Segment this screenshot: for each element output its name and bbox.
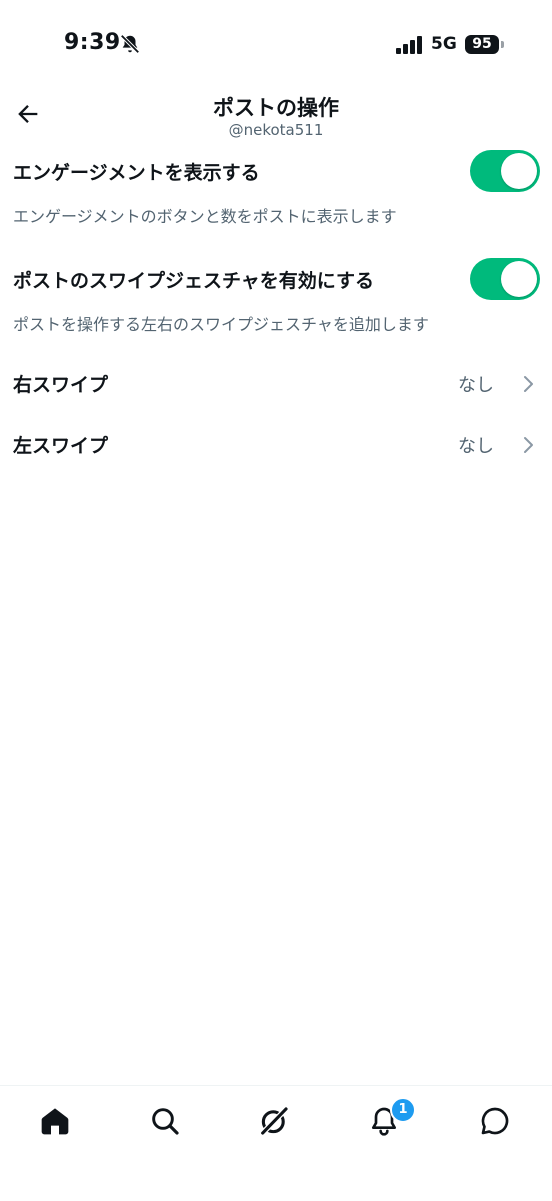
battery-icon: 95	[465, 35, 499, 54]
setting-description: ポストを操作する左右のスワイプジェスチャを追加します	[13, 315, 429, 334]
left-swipe-row[interactable]: 左スワイプ なし	[0, 417, 552, 473]
chevron-right-icon	[524, 437, 533, 453]
status-time: 9:39	[64, 30, 121, 55]
setting-title: ポストのスワイプジェスチャを有効にする	[13, 270, 375, 292]
search-icon	[152, 1108, 179, 1135]
row-label: 左スワイプ	[13, 435, 109, 457]
notification-badge: 1	[390, 1097, 416, 1123]
setting-show-engagement: エンゲージメントを表示する エンゲージメントのボタンと数をポストに表示します	[0, 146, 552, 236]
tab-messages[interactable]	[475, 1101, 515, 1141]
battery-tip	[501, 41, 504, 48]
toggle-knob	[501, 261, 537, 297]
row-value: なし	[458, 436, 494, 457]
status-bar: 9:39 5G 95	[0, 0, 552, 92]
bottom-tab-bar: 1	[0, 1085, 552, 1201]
swipe-gestures-toggle[interactable]	[470, 258, 540, 300]
row-value: なし	[458, 375, 494, 396]
tab-search[interactable]	[145, 1101, 185, 1141]
page-title: ポストの操作	[213, 96, 339, 120]
show-engagement-toggle[interactable]	[470, 150, 540, 192]
setting-swipe-gestures: ポストのスワイプジェスチャを有効にする ポストを操作する左右のスワイプジェスチャ…	[0, 254, 552, 344]
right-swipe-row[interactable]: 右スワイプ なし	[0, 356, 552, 412]
bell-slash-icon	[120, 34, 140, 54]
tab-home[interactable]	[35, 1101, 75, 1141]
home-icon	[41, 1108, 69, 1135]
header: ポストの操作 @nekota511	[0, 88, 552, 144]
tab-grok[interactable]	[254, 1101, 294, 1141]
network-type: 5G	[431, 34, 457, 54]
signal-bars-icon	[396, 36, 422, 54]
toggle-knob	[501, 153, 537, 189]
row-label: 右スワイプ	[13, 374, 109, 396]
setting-description: エンゲージメントのボタンと数をポストに表示します	[13, 207, 397, 226]
messages-icon	[481, 1107, 509, 1135]
chevron-right-icon	[524, 376, 533, 392]
setting-title: エンゲージメントを表示する	[13, 162, 260, 184]
page-subtitle: @nekota511	[228, 121, 324, 139]
grok-icon	[260, 1106, 289, 1136]
